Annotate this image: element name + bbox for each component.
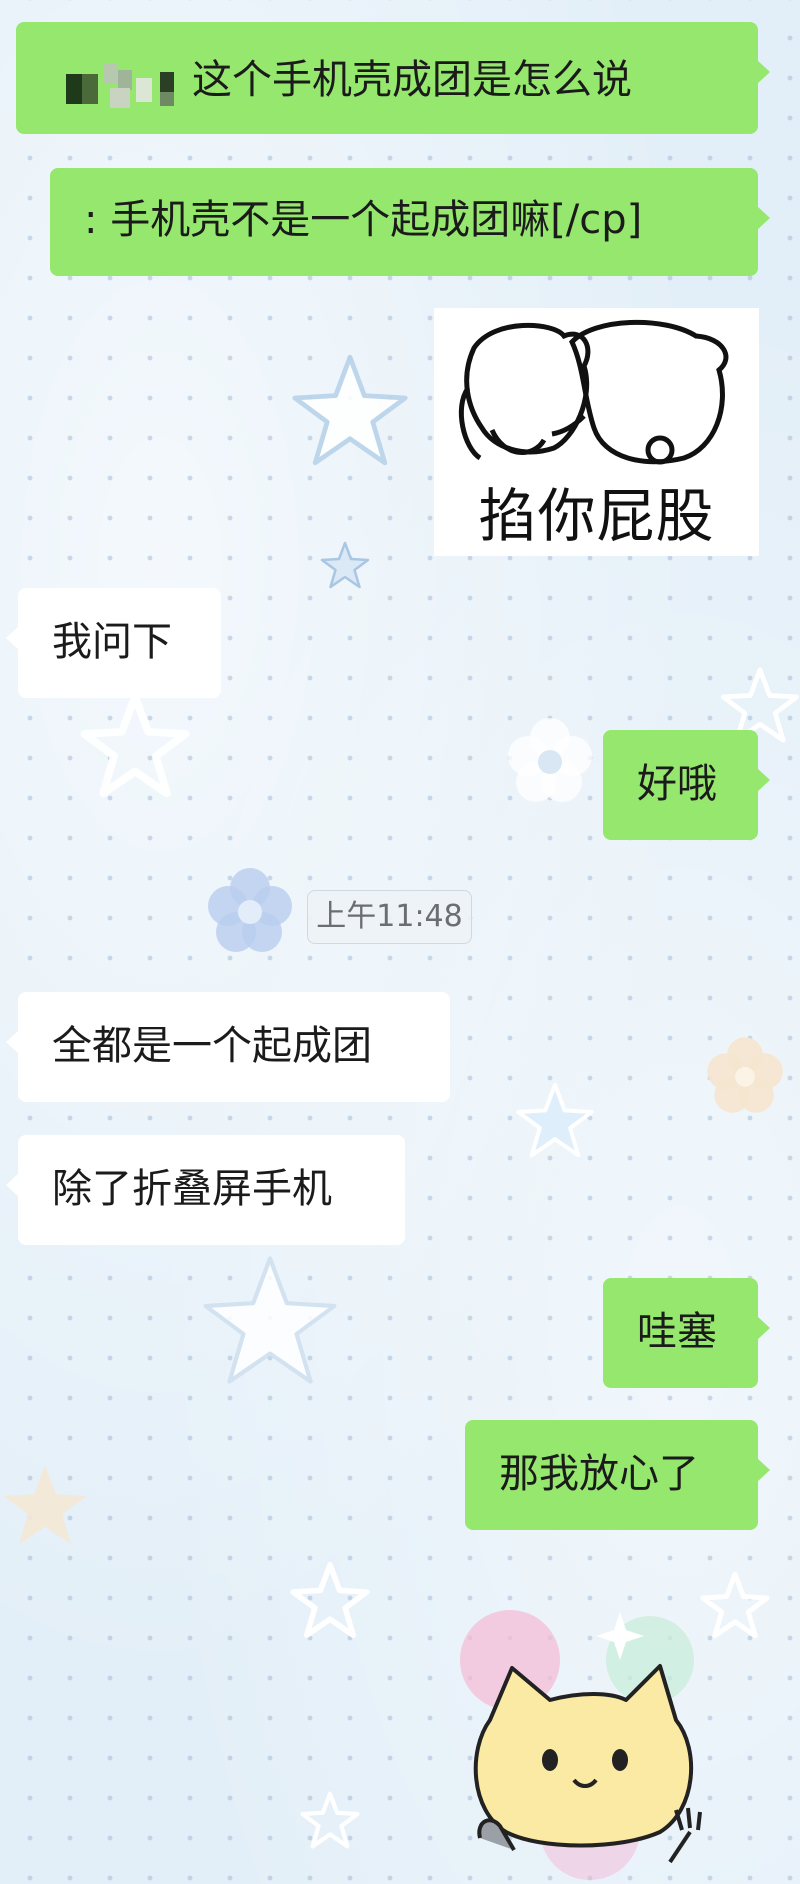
message-text: 哇塞 [637,1309,717,1355]
meme-sticker-image[interactable]: 掐你屁股 [434,308,759,556]
message-bubble-incoming[interactable]: 全都是一个起成团 [6,992,450,1102]
star-decoration-icon [80,692,190,798]
star-decoration-icon [203,1256,337,1384]
message-text: : 手机壳不是一个起成团嘛[/cp] [84,197,643,243]
message-text: 全都是一个起成团 [52,1023,372,1069]
message-text: 这个手机壳成团是怎么说 [192,57,632,103]
star-decoration-icon [320,541,370,589]
message-bubble-outgoing[interactable]: : 手机壳不是一个起成团嘛[/cp] [50,168,770,276]
message-bubble-incoming[interactable]: 我问下 [6,588,221,698]
star-decoration-icon [516,1082,594,1158]
message-text: 除了折叠屏手机 [52,1166,332,1212]
flower-decoration-icon [508,718,592,802]
flower-decoration-icon [707,1037,783,1113]
star-decoration-icon [3,1465,87,1545]
sticker-caption: 掐你屁股 [478,482,715,550]
message-text: 我问下 [52,619,172,665]
message-bubble-outgoing[interactable]: 那我放心了 [465,1420,770,1530]
star-decoration-icon [292,354,408,466]
message-text: 那我放心了 [499,1451,699,1497]
message-bubble-outgoing[interactable]: 好哦 [603,730,770,840]
timestamp-label: 上午11:48 [307,890,472,944]
message-text: 好哦 [637,761,717,807]
flower-decoration-icon [208,868,292,952]
censored-name-mosaic [60,60,180,110]
message-bubble-outgoing[interactable]: 哇塞 [603,1278,770,1388]
star-decoration-icon [300,1791,360,1849]
yellow-cat-sticker[interactable] [450,1600,720,1884]
star-decoration-icon [290,1562,370,1638]
message-bubble-incoming[interactable]: 除了折叠屏手机 [6,1135,405,1245]
